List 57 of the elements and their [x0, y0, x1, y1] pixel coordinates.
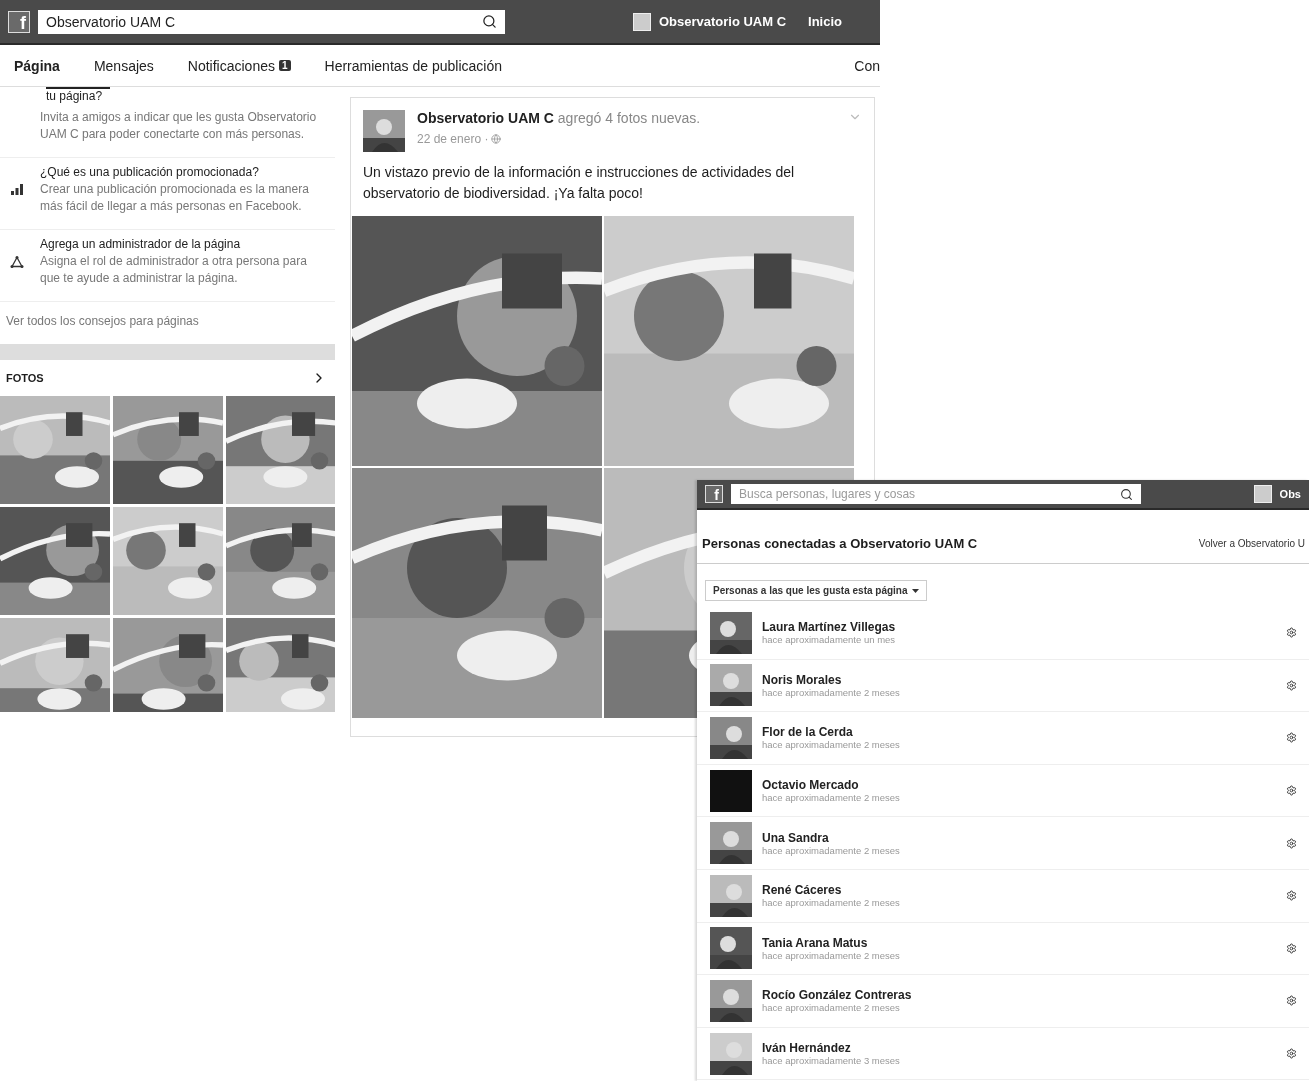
settings-icon[interactable] [1286, 890, 1297, 902]
settings-icon[interactable] [1286, 679, 1297, 691]
tip-title: tu página? [46, 87, 111, 103]
search-icon[interactable] [482, 14, 497, 29]
settings-icon[interactable] [1286, 785, 1297, 797]
person-name[interactable]: Rocío González Contreras [762, 988, 1276, 1003]
like-time: hace aproximadamente 2 meses [762, 844, 901, 856]
person-name[interactable]: Laura Martínez Villegas [762, 620, 1276, 635]
settings-icon[interactable] [1286, 1048, 1297, 1060]
search-icon[interactable] [1120, 487, 1133, 501]
settings-icon[interactable] [1286, 837, 1297, 849]
notification-badge: 1 [279, 60, 291, 71]
person-name[interactable]: Octavio Mercado [762, 778, 1276, 793]
tip-text: Asigna el rol de administrador a otra persona para que te ayude a administrar la página. [40, 253, 308, 287]
tab[interactable]: Página [14, 57, 60, 74]
triangle-nodes-icon [10, 255, 24, 268]
tip-title: Agrega un administrador de la página [40, 236, 242, 253]
tab[interactable]: Mensajes [93, 57, 154, 74]
person-name[interactable]: Tania Arana Matus [762, 935, 1276, 950]
page-name-link[interactable]: Obs [1279, 488, 1301, 500]
tab[interactable]: Notificaciones 1 [187, 57, 291, 74]
like-time: hace aproximadamente 3 meses [762, 1055, 901, 1067]
like-time: hace aproximadamente 2 meses [762, 1002, 901, 1014]
like-time: hace aproximadamente 2 meses [762, 949, 901, 961]
person-name[interactable]: Noris Morales [762, 672, 1276, 687]
page-name-link[interactable]: Observatorio UAM C [658, 14, 787, 29]
avatar [710, 769, 752, 812]
person-name[interactable]: Una Sandra [762, 830, 1276, 845]
page-icon [1253, 485, 1272, 503]
post-headline: Observatorio UAM C agregó 4 fotos nuevas. [417, 110, 702, 126]
tip-text: Invita a amigos a indicar que les gusta Observatorio UAM C para poder conectarte con más personas. [40, 109, 318, 143]
post-text: Un vistazo previo de la información e instrucciones de actividades del observatorio de biodiversidad. ¡Ya falta poco! [362, 163, 796, 203]
tab[interactable]: Herramientas de publicación [324, 57, 502, 74]
tips-link[interactable]: Ver todos los consejos para páginas [0, 302, 335, 344]
person-name[interactable]: Flor de la Cerda [762, 725, 1276, 740]
search-field[interactable]: Observatorio UAM C [38, 9, 505, 34]
like-time: hace aproximadamente 2 meses [762, 897, 901, 909]
tab[interactable]: Con [854, 57, 880, 74]
person-name[interactable]: René Cáceres [762, 883, 1276, 898]
facebook-logo: f [8, 10, 30, 33]
bar-chart-icon [11, 184, 23, 195]
caret-icon [911, 588, 919, 593]
settings-icon[interactable] [1286, 627, 1297, 639]
person-name[interactable]: Iván Hernández [762, 1041, 1276, 1056]
settings-icon[interactable] [1286, 995, 1297, 1007]
home-link[interactable]: Inicio [808, 14, 842, 29]
globe-icon [491, 134, 502, 144]
settings-icon[interactable] [1286, 732, 1297, 744]
like-time: hace aproximadamente 2 meses [762, 792, 901, 804]
back-link[interactable]: Volver a Observatorio U [1198, 538, 1305, 549]
settings-icon[interactable] [1286, 942, 1297, 954]
post-date: 22 de enero · [417, 132, 489, 146]
tip-title: ¿Qué es una publicación promocionada? [40, 164, 260, 181]
section-title: FOTOS [6, 372, 44, 384]
like-time: hace aproximadamente 2 meses [762, 739, 901, 751]
page-icon [632, 12, 651, 31]
tip-text: Crear una publicación promocionada es la manera más fácil de llegar a más personas en Facebook. [40, 181, 310, 215]
